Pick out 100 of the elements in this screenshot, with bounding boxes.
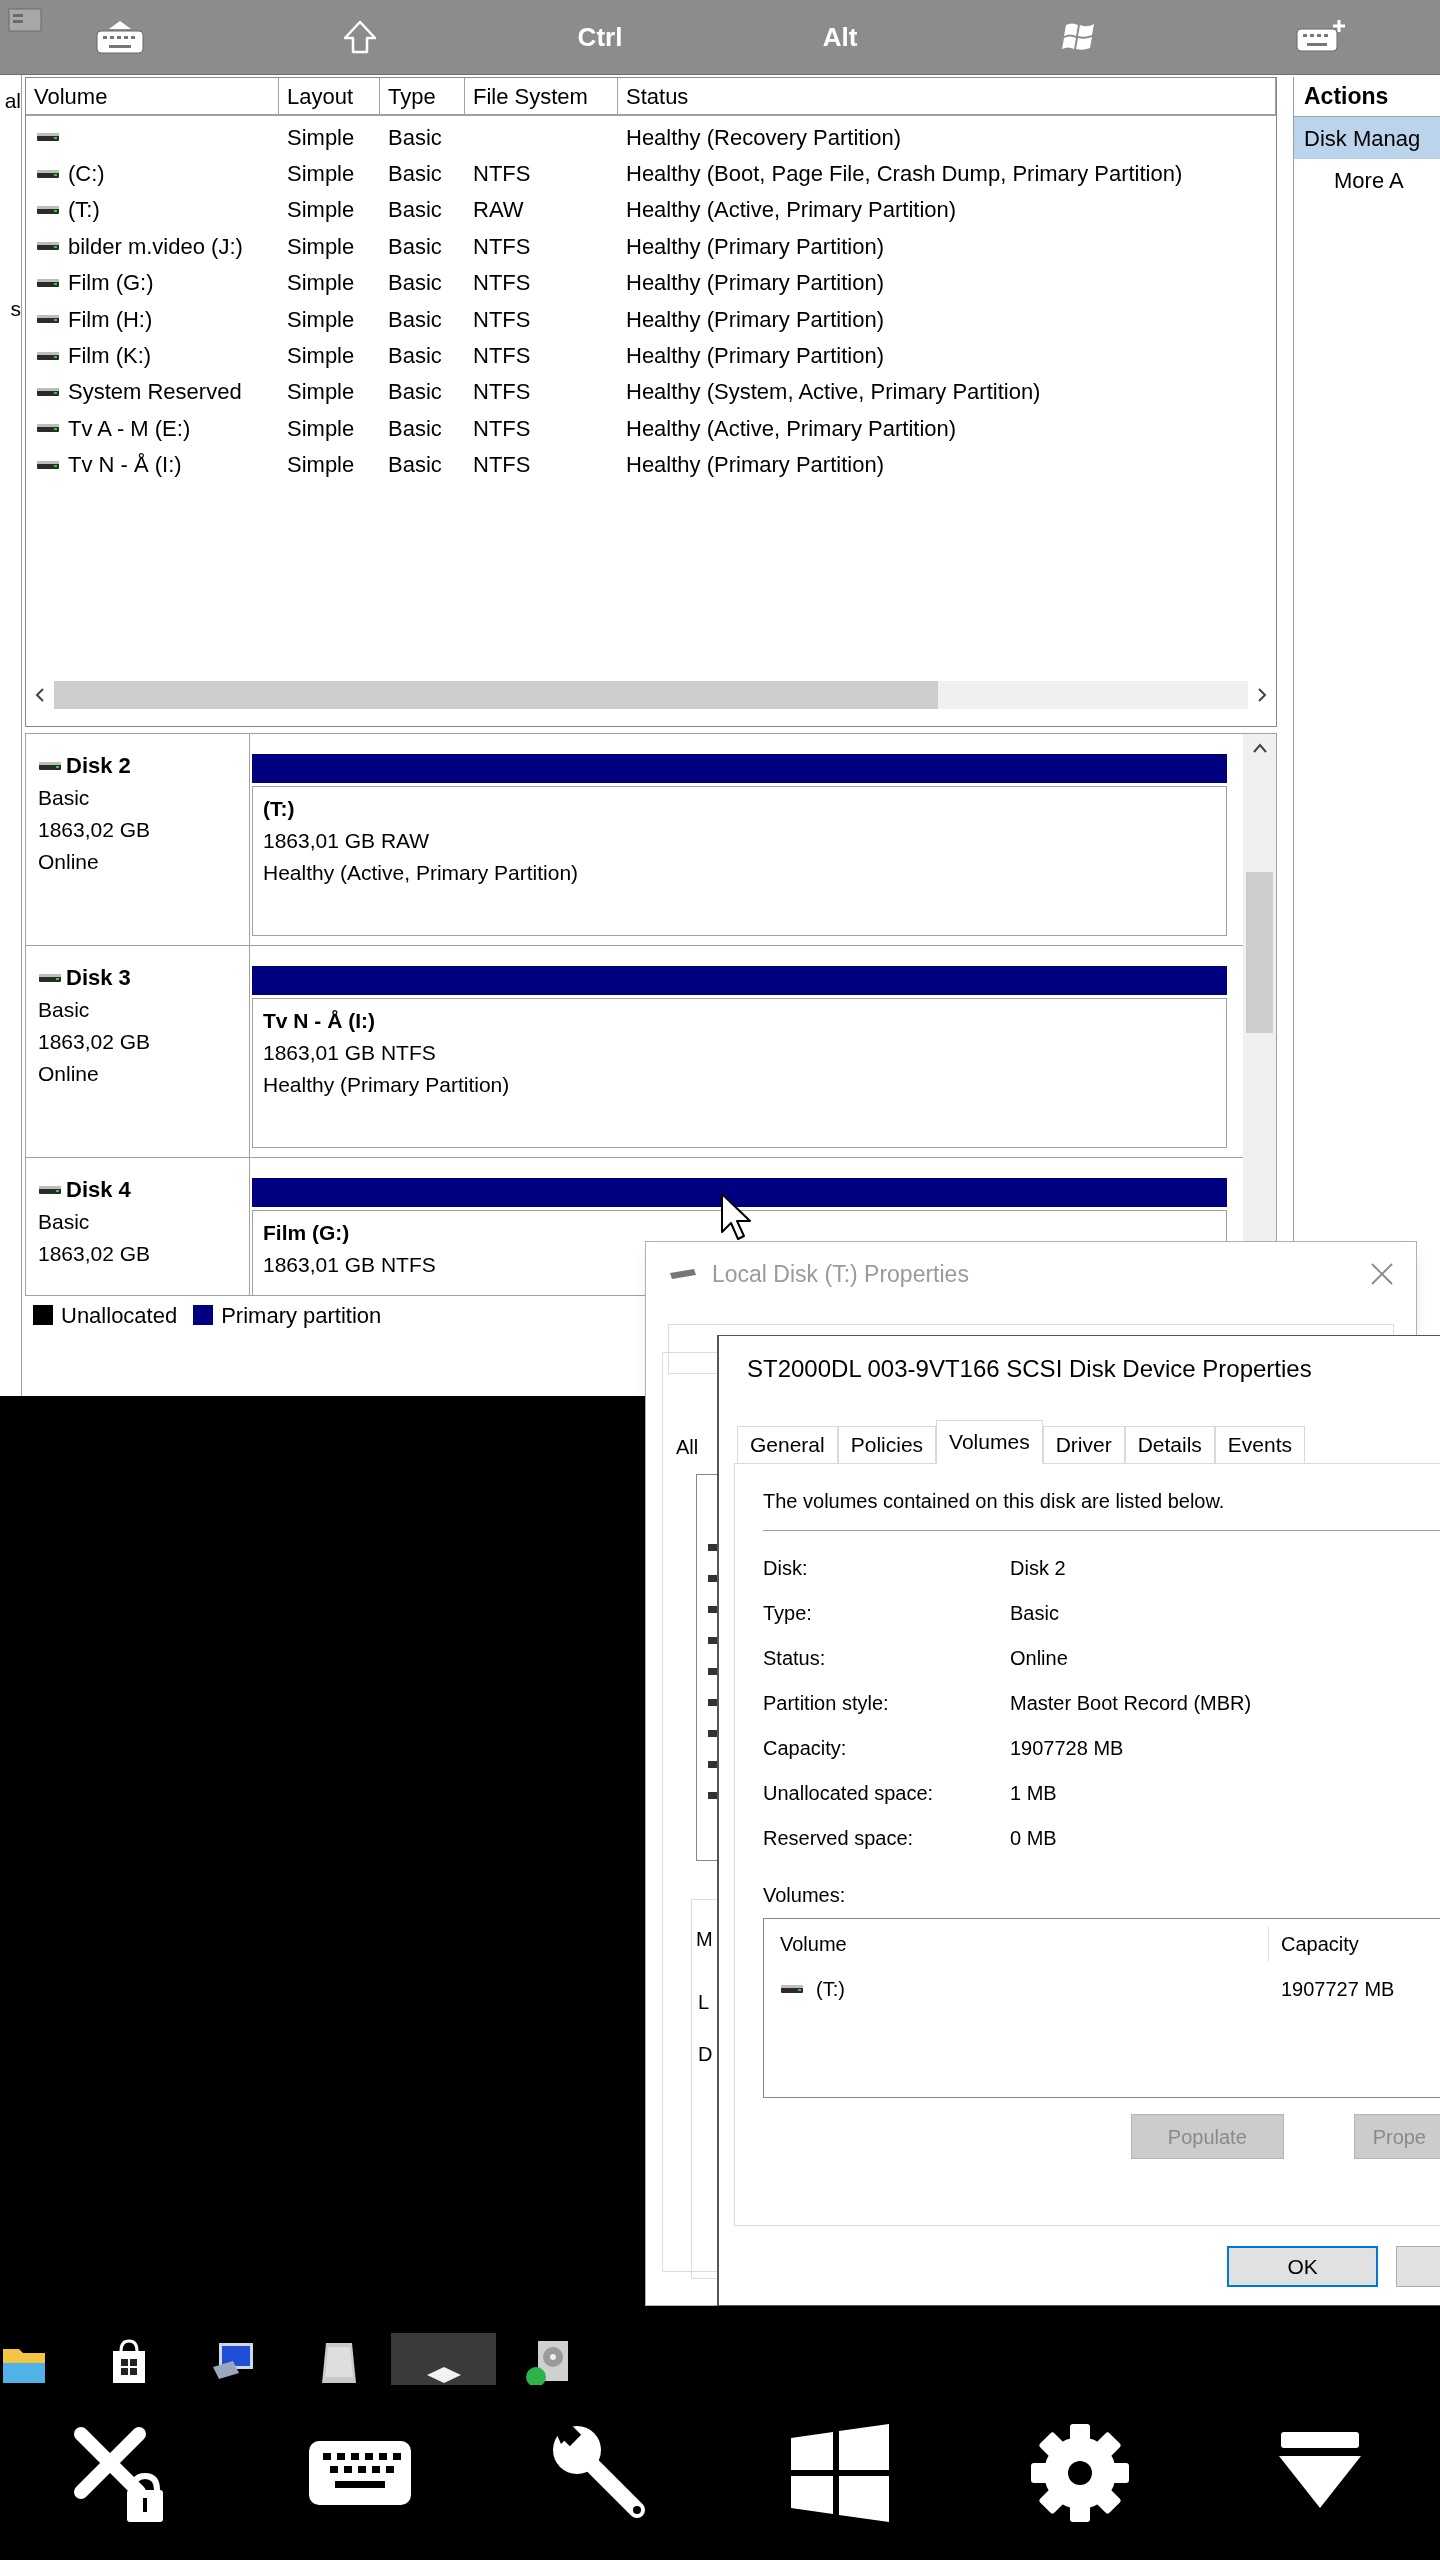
shift-icon[interactable]: [342, 19, 378, 55]
label-fragment: D: [698, 2042, 713, 2067]
table-cell-text: System Reserved: [68, 378, 242, 407]
keyboard-add-icon[interactable]: [1295, 19, 1345, 55]
tab[interactable]: General: [737, 1426, 838, 1464]
table-cell-text: Basic: [387, 378, 443, 407]
table-cell-text: Healthy (Primary Partition): [625, 269, 885, 298]
table-cell-text: RAW: [472, 196, 525, 225]
table-cell-text: Basic: [387, 232, 443, 261]
partition-box[interactable]: (T:) 1863,01 GB RAW Healthy (Active, Primary Partition): [252, 786, 1227, 936]
table-cell-text: (C:): [68, 160, 105, 189]
action-item[interactable]: Disk Manag: [1294, 117, 1440, 159]
tree-item-fragment: s: [10, 295, 21, 322]
table-cell-text: Simple: [286, 269, 356, 298]
tab[interactable]: Driver: [1042, 1426, 1125, 1464]
partition-label: Film (G:): [263, 1220, 350, 1246]
table-cell-text: 1907727 MB: [1280, 1977, 1395, 2002]
tab[interactable]: Events: [1214, 1426, 1306, 1464]
property-value: Basic: [1010, 1600, 1060, 1626]
table-cell-text: Simple: [286, 232, 356, 261]
table-cell-text: Simple: [286, 305, 356, 334]
column-header[interactable]: Status: [618, 78, 1276, 116]
drive-icon: [36, 458, 60, 471]
partition-status: Healthy (Active, Primary Partition): [263, 860, 579, 886]
column-header[interactable]: File System: [465, 78, 618, 116]
property-value: 1907728 MB: [1010, 1735, 1125, 1761]
table-cell-text: Film (K:): [68, 342, 152, 371]
table-cell-text: Simple: [286, 451, 356, 480]
tree-item-fragment: al: [4, 88, 21, 114]
legend-label: Primary partition: [221, 1301, 382, 1330]
property-label: Partition style:: [763, 1690, 890, 1716]
table-cell-text: Film (G:): [68, 269, 154, 298]
table-cell-text: (T:): [68, 196, 100, 225]
partition-status: Healthy (Primary Partition): [263, 1072, 510, 1098]
disk-status: Online: [38, 849, 99, 875]
table-cell-text: Healthy (Active, Primary Partition): [625, 414, 958, 443]
drive-icon: [38, 972, 62, 984]
table-cell-text: Simple: [286, 378, 356, 407]
disk-type: Basic: [38, 997, 90, 1023]
ok-button[interactable]: OK: [1227, 2246, 1379, 2287]
property-value: 0 MB: [1010, 1825, 1058, 1851]
disk-size: 1863,02 GB: [38, 817, 151, 843]
partition-label: Tv N - Å (I:): [263, 1008, 375, 1034]
table-cell-text: Basic: [387, 342, 443, 371]
tab[interactable]: Details: [1124, 1426, 1215, 1464]
table-cell-text: NTFS: [472, 451, 532, 480]
table-cell-text: Healthy (Primary Partition): [625, 232, 885, 261]
drive-icon: [36, 349, 60, 362]
disk-name: Disk 2: [66, 752, 131, 780]
disk-type: Basic: [38, 1209, 90, 1235]
close-icon[interactable]: [1370, 1262, 1394, 1286]
table-cell-text: Basic: [387, 160, 443, 189]
table-cell-text: Tv A - M (E:): [68, 414, 191, 443]
scrollbar-thumb[interactable]: [1246, 872, 1273, 1033]
property-label: Status:: [763, 1645, 827, 1671]
scroll-up-icon[interactable]: [1251, 742, 1268, 754]
column-header[interactable]: Layout: [279, 78, 380, 116]
table-cell-text: NTFS: [472, 414, 532, 443]
tab[interactable]: Policies: [837, 1426, 937, 1464]
property-value: Online: [1010, 1645, 1069, 1671]
device-icon: [426, 2367, 461, 2383]
disk-status: Online: [38, 1061, 99, 1087]
tab[interactable]: Volumes: [936, 1420, 1043, 1464]
column-header[interactable]: Volume: [26, 78, 279, 116]
drive-icon: [36, 203, 60, 216]
property-value: 1 MB: [1010, 1780, 1058, 1806]
table-cell-text: Simple: [286, 160, 356, 189]
property-label: Type:: [763, 1600, 813, 1626]
legend-label: Unallocated: [61, 1301, 178, 1330]
drive-icon: [780, 1983, 804, 1995]
drive-icon: [36, 313, 60, 326]
disk-name: Disk 3: [66, 964, 131, 992]
drive-icon: [36, 422, 60, 435]
column-header[interactable]: Volume: [764, 1926, 1269, 1962]
scrollbar-thumb[interactable]: [54, 681, 938, 709]
drive-icon: [36, 167, 60, 180]
table-cell-text: Basic: [387, 123, 443, 152]
property-label: Unallocated space:: [763, 1780, 935, 1806]
property-value: Master Boot Record (MBR): [1010, 1690, 1253, 1716]
partition-size: 1863,01 GB RAW: [263, 828, 430, 854]
column-header[interactable]: Capacity: [1269, 1926, 1359, 1962]
column-header[interactable]: Type: [380, 78, 465, 116]
partition-size: 1863,01 GB NTFS: [263, 1040, 436, 1066]
partition-box[interactable]: Tv N - Å (I:) 1863,01 GB NTFS Healthy (Primary Partition): [252, 998, 1227, 1148]
table-cell-text: NTFS: [472, 160, 532, 189]
drive-icon: [36, 385, 60, 398]
table-cell-text: Healthy (Primary Partition): [625, 305, 885, 334]
table-cell-text: Simple: [286, 196, 356, 225]
table-cell-text: Healthy (System, Active, Primary Partition): [625, 378, 1042, 407]
intro-text: The volumes contained on this disk are listed below.: [763, 1489, 1226, 1514]
property-label: Disk:: [763, 1555, 809, 1581]
table-cell-text: Basic: [387, 414, 443, 443]
label-fragment: L: [698, 1990, 710, 2015]
drive-icon: [36, 240, 60, 253]
taskbar-button[interactable]: [391, 2333, 496, 2385]
disk-size: 1863,02 GB: [38, 1241, 151, 1267]
table-cell-text: NTFS: [472, 232, 532, 261]
table-cell-text: NTFS: [472, 305, 532, 334]
label-fragment: All: [676, 1435, 699, 1460]
property-label: Reserved space:: [763, 1825, 915, 1851]
